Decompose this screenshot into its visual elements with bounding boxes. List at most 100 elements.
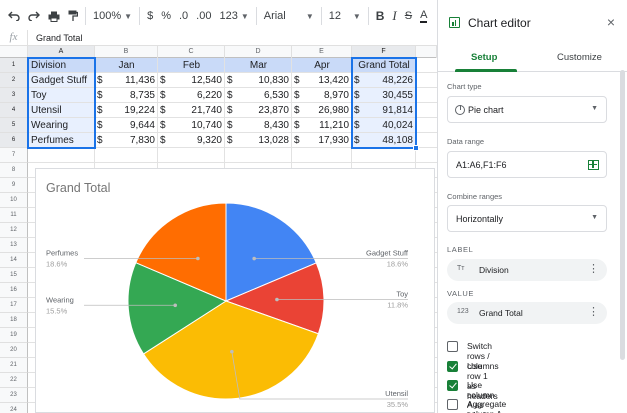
column-header-c[interactable]: C [158, 46, 225, 58]
currency-cell[interactable]: $6,530 [225, 88, 292, 103]
cell-value: 13,420 [318, 75, 349, 86]
row-header[interactable]: 22 [0, 373, 28, 388]
column-header-next[interactable] [416, 46, 437, 58]
percent-format-button[interactable]: % [157, 5, 175, 27]
currency-cell[interactable]: $9,644 [95, 118, 158, 133]
currency-cell[interactable]: $11,210 [292, 118, 352, 133]
header-cell[interactable]: Feb [158, 58, 225, 73]
row-header[interactable]: 21 [0, 358, 28, 373]
currency-cell[interactable]: $17,930 [292, 133, 352, 148]
value-chip-grand-total[interactable]: 123 Grand Total ⋮ [447, 302, 607, 324]
font-size-select[interactable]: 12 ▼ [325, 5, 365, 27]
row-header[interactable]: 13 [0, 238, 28, 253]
redo-icon[interactable] [24, 5, 44, 27]
currency-cell[interactable]: $19,224 [95, 103, 158, 118]
row-header[interactable]: 2 [0, 73, 28, 88]
currency-cell[interactable]: $26,980 [292, 103, 352, 118]
row-header[interactable]: 9 [0, 178, 28, 193]
currency-cell[interactable]: $8,430 [225, 118, 292, 133]
fill-handle[interactable] [413, 145, 419, 151]
row-header[interactable]: 1 [0, 58, 28, 73]
undo-icon[interactable] [4, 5, 24, 27]
checkbox[interactable] [447, 380, 458, 391]
panel-scrollbar[interactable] [620, 70, 625, 360]
currency-cell[interactable]: $10,830 [225, 73, 292, 88]
font-select[interactable]: Arial ▼ [260, 5, 318, 27]
row-header[interactable]: 19 [0, 328, 28, 343]
row-header[interactable]: 16 [0, 283, 28, 298]
row-header[interactable]: 11 [0, 208, 28, 223]
more-formats-button[interactable]: 123 ▼ [215, 5, 252, 27]
column-header-b[interactable]: B [95, 46, 158, 58]
italic-button[interactable]: I [388, 5, 400, 27]
checkbox[interactable] [447, 361, 458, 372]
row-header[interactable]: 3 [0, 88, 28, 103]
cell-value: 23,870 [258, 105, 289, 116]
leader-dot [173, 303, 178, 308]
slice-percent: 35.5% [387, 400, 409, 409]
currency-format-button[interactable]: $ [143, 5, 157, 27]
paint-format-icon[interactable] [64, 5, 82, 27]
currency-cell[interactable]: $13,028 [225, 133, 292, 148]
currency-cell[interactable]: $8,735 [95, 88, 158, 103]
row-header[interactable]: 14 [0, 253, 28, 268]
bold-button[interactable]: B [372, 5, 389, 27]
currency-symbol: $ [97, 90, 103, 101]
checkbox[interactable] [447, 341, 458, 352]
currency-symbol: $ [160, 90, 166, 101]
tab-customize[interactable]: Customize [557, 52, 602, 63]
row-header[interactable]: 20 [0, 343, 28, 358]
decrease-decimal-button[interactable]: .0 [175, 5, 192, 27]
formula-input[interactable]: Grand Total [28, 33, 82, 43]
strikethrough-button[interactable]: S [401, 5, 416, 27]
text-color-button[interactable]: A [416, 5, 431, 27]
currency-cell[interactable]: $12,540 [158, 73, 225, 88]
currency-cell[interactable]: $7,830 [95, 133, 158, 148]
header-cell[interactable]: Apr [292, 58, 352, 73]
label-chip-division[interactable]: Tт Division ⋮ [447, 259, 607, 281]
print-icon[interactable] [44, 5, 64, 27]
currency-cell[interactable]: $6,220 [158, 88, 225, 103]
checkbox[interactable] [447, 399, 458, 410]
combine-ranges-select[interactable]: Horizontally ▼ [447, 205, 607, 232]
currency-cell[interactable]: $11,436 [95, 73, 158, 88]
currency-symbol: $ [294, 120, 300, 131]
currency-cell[interactable]: $8,970 [292, 88, 352, 103]
row-header[interactable]: 12 [0, 223, 28, 238]
header-cell[interactable]: Mar [225, 58, 292, 73]
data-range-input[interactable]: A1:A6,F1:F6 [447, 151, 607, 178]
row-header[interactable]: 23 [0, 388, 28, 403]
close-icon[interactable]: × [607, 14, 615, 30]
row-header[interactable]: 4 [0, 103, 28, 118]
column-header-d[interactable]: D [225, 46, 292, 58]
select-all-corner[interactable] [0, 46, 28, 58]
tab-setup[interactable]: Setup [471, 52, 497, 63]
row-header[interactable]: 15 [0, 268, 28, 283]
header-cell[interactable]: Jan [95, 58, 158, 73]
select-range-icon[interactable] [588, 160, 599, 170]
more-vert-icon[interactable]: ⋮ [588, 306, 599, 318]
currency-cell[interactable]: $23,870 [225, 103, 292, 118]
increase-decimal-button[interactable]: .00 [192, 5, 215, 27]
row-header[interactable]: 10 [0, 193, 28, 208]
row-header[interactable]: 17 [0, 298, 28, 313]
row-header[interactable]: 18 [0, 313, 28, 328]
currency-cell[interactable]: $10,740 [158, 118, 225, 133]
zoom-select[interactable]: 100% ▼ [89, 5, 136, 27]
cell-value: 7,830 [129, 135, 155, 146]
cell-value: 21,740 [191, 105, 222, 116]
row-header[interactable]: 8 [0, 163, 28, 178]
pie-chart[interactable]: Grand Total Gadget Stuff 18.6% Toy 11.8% Uten… [35, 168, 435, 413]
row-header[interactable]: 5 [0, 118, 28, 133]
currency-cell[interactable]: $21,740 [158, 103, 225, 118]
column-header-e[interactable]: E [292, 46, 352, 58]
row-header[interactable]: 7 [0, 148, 28, 163]
currency-symbol: $ [97, 105, 103, 116]
more-vert-icon[interactable]: ⋮ [588, 263, 599, 275]
row-header[interactable]: 24 [0, 403, 28, 413]
currency-cell[interactable]: $9,320 [158, 133, 225, 148]
checkbox-label: Aggregate column A [467, 399, 507, 413]
row-header[interactable]: 6 [0, 133, 28, 148]
currency-cell[interactable]: $13,420 [292, 73, 352, 88]
chart-type-select[interactable]: Pie chart ▼ [447, 96, 607, 123]
